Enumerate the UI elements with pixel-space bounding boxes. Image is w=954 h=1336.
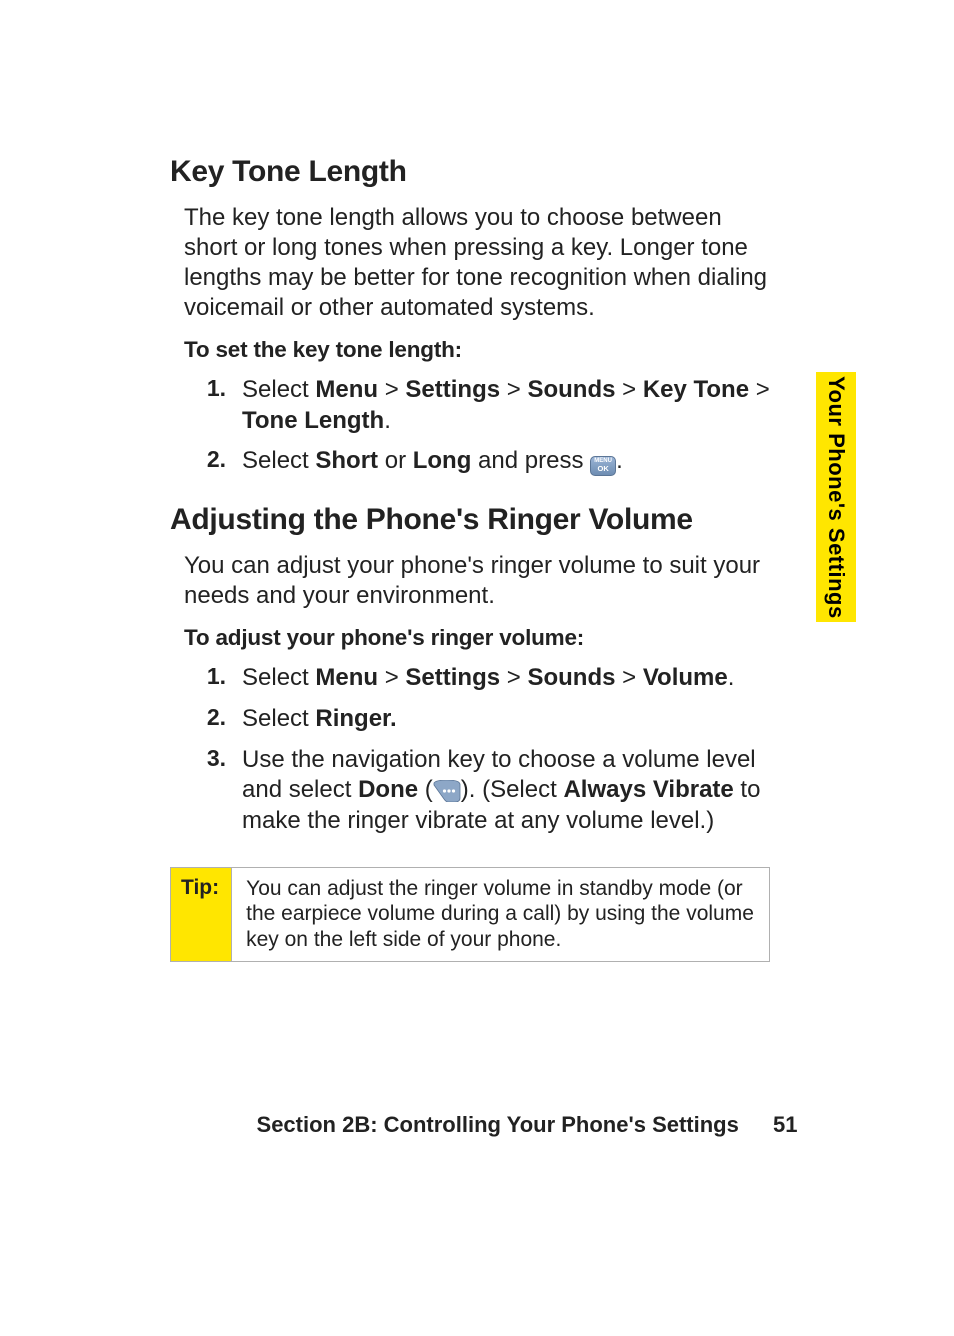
intro-ringer-volume: You can adjust your phone's ringer volum… bbox=[184, 551, 770, 611]
step-2: 2. Select Ringer. bbox=[200, 704, 770, 735]
procedure-lead-key-tone: To set the key tone length: bbox=[184, 337, 770, 363]
tip-label: Tip: bbox=[171, 868, 232, 961]
menu-ok-icon bbox=[590, 456, 616, 476]
footer-page-number: 51 bbox=[773, 1112, 797, 1138]
tip-box: Tip: You can adjust the ringer volume in… bbox=[170, 867, 770, 962]
step-number: 3. bbox=[200, 745, 242, 772]
footer-section: Section 2B: Controlling Your Phone's Set… bbox=[257, 1112, 739, 1137]
step-text: Select Ringer. bbox=[242, 704, 770, 735]
steps-key-tone: 1. Select Menu > Settings > Sounds > Key… bbox=[200, 375, 770, 477]
step-text: Use the navigation key to choose a volum… bbox=[242, 745, 770, 837]
step-text: Select Menu > Settings > Sounds > Volume… bbox=[242, 663, 770, 694]
document-page: Your Phone's Settings Key Tone Length Th… bbox=[0, 0, 954, 1336]
steps-ringer-volume: 1. Select Menu > Settings > Sounds > Vol… bbox=[200, 663, 770, 837]
step-number: 2. bbox=[200, 704, 242, 731]
step-1: 1. Select Menu > Settings > Sounds > Vol… bbox=[200, 663, 770, 694]
step-number: 1. bbox=[200, 375, 242, 402]
page-footer: Section 2B: Controlling Your Phone's Set… bbox=[0, 1112, 954, 1138]
intro-key-tone: The key tone length allows you to choose… bbox=[184, 203, 770, 323]
step-3: 3. Use the navigation key to choose a vo… bbox=[200, 745, 770, 837]
step-number: 2. bbox=[200, 446, 242, 473]
side-tab-label: Your Phone's Settings bbox=[823, 376, 849, 619]
side-tab: Your Phone's Settings bbox=[816, 372, 856, 622]
step-text: Select Short or Long and press . bbox=[242, 446, 770, 477]
step-2: 2. Select Short or Long and press . bbox=[200, 446, 770, 477]
page-content: Key Tone Length The key tone length allo… bbox=[170, 155, 770, 962]
step-number: 1. bbox=[200, 663, 242, 690]
heading-ringer-volume: Adjusting the Phone's Ringer Volume bbox=[170, 503, 770, 537]
step-1: 1. Select Menu > Settings > Sounds > Key… bbox=[200, 375, 770, 436]
step-text: Select Menu > Settings > Sounds > Key To… bbox=[242, 375, 770, 436]
heading-key-tone-length: Key Tone Length bbox=[170, 155, 770, 189]
left-softkey-icon bbox=[433, 780, 461, 802]
tip-text: You can adjust the ringer volume in stan… bbox=[232, 868, 769, 961]
procedure-lead-ringer: To adjust your phone's ringer volume: bbox=[184, 625, 770, 651]
